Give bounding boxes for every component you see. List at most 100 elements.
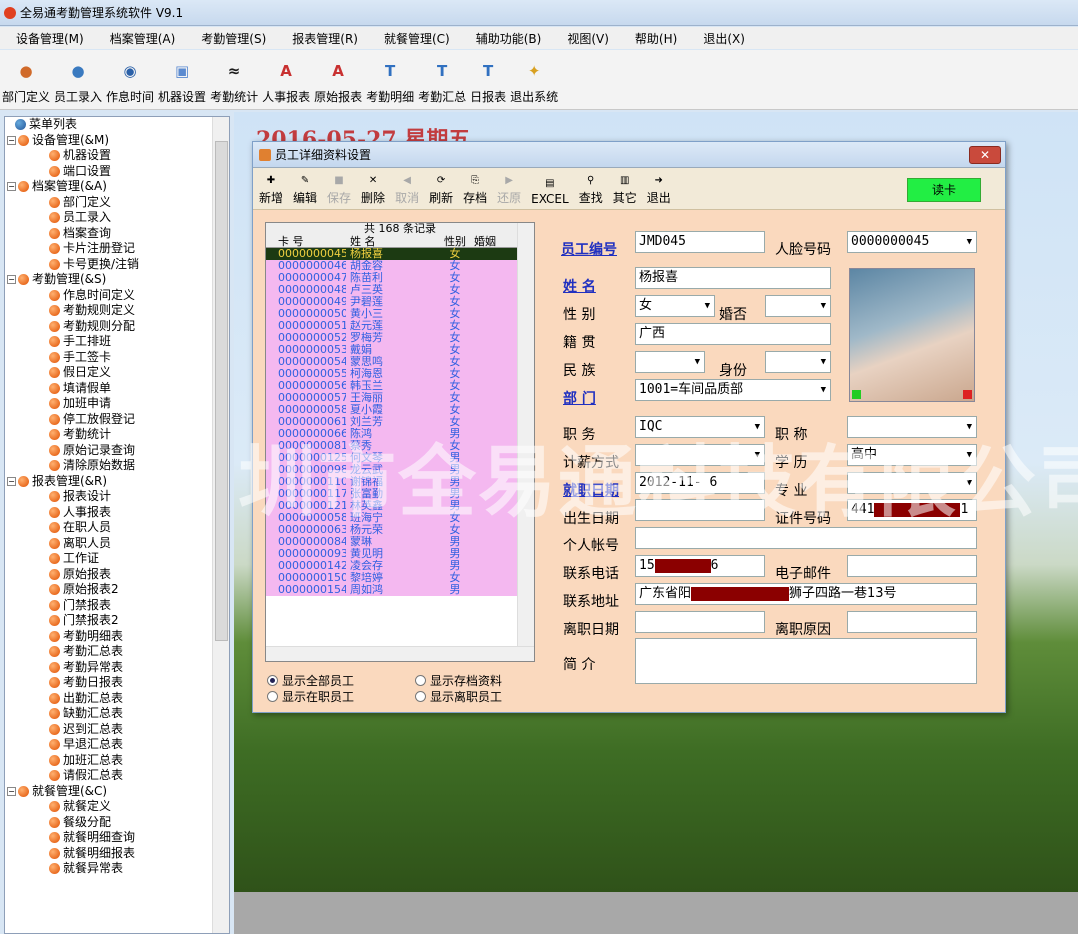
menu-item[interactable]: 考勤管理(S) (185, 30, 276, 47)
intro-textarea[interactable] (635, 638, 977, 684)
tree-item[interactable]: 原始记录查询 (5, 443, 229, 459)
tree-item[interactable]: 迟到汇总表 (5, 722, 229, 738)
tree-item[interactable]: 早退汇总表 (5, 737, 229, 753)
tree-item[interactable]: 缺勤汇总表 (5, 706, 229, 722)
dept-label[interactable]: 部 门 (563, 388, 596, 408)
collapse-icon[interactable]: − (7, 275, 16, 284)
tree-item[interactable]: 出勤汇总表 (5, 691, 229, 707)
table-row[interactable]: 0000000055 柯海恩女 (266, 368, 518, 380)
menu-item[interactable]: 帮助(H) (619, 30, 687, 47)
dialog-toolbar-button[interactable]: ✚ 新增 (259, 173, 283, 206)
dialog-toolbar-button[interactable]: ▶ 还原 (497, 173, 521, 206)
dialog-toolbar-button[interactable]: ◀ 取消 (395, 173, 419, 206)
tree-item[interactable]: 考勤异常表 (5, 660, 229, 676)
table-row[interactable]: 0000000054 蒙思鸣女 (266, 356, 518, 368)
toolbar-button[interactable]: T 考勤明细 (364, 57, 416, 105)
table-row[interactable]: 0000000057 王海丽女 (266, 392, 518, 404)
filter-radio[interactable]: 显示离职员工 (415, 688, 502, 705)
filter-radio[interactable]: 显示全部员工 (267, 672, 354, 689)
tree-item[interactable]: 就餐明细报表 (5, 846, 229, 862)
table-row[interactable]: 0000000056 韩玉兰女 (266, 380, 518, 392)
dialog-toolbar-button[interactable]: ■ 保存 (327, 173, 351, 206)
tree-item[interactable]: − 考勤管理(&S) (5, 272, 229, 288)
tree-item[interactable]: 餐级分配 (5, 815, 229, 831)
scrollbar-thumb[interactable] (215, 141, 228, 641)
close-button[interactable]: ✕ (969, 146, 1001, 164)
tree-scrollbar[interactable] (212, 117, 229, 933)
tree-item[interactable]: 停工放假登记 (5, 412, 229, 428)
table-row[interactable]: 0000000093 黄见明男 (266, 548, 518, 560)
nation-select[interactable] (635, 351, 705, 373)
tree-item[interactable]: 考勤汇总表 (5, 644, 229, 660)
phone-field[interactable]: 15 6 (635, 555, 765, 577)
dialog-toolbar-button[interactable]: ➜ 退出 (647, 173, 671, 206)
collapse-icon[interactable]: − (7, 476, 16, 486)
menu-item[interactable]: 报表管理(R) (276, 30, 368, 47)
tree-item[interactable]: 卡片注册登记 (5, 241, 229, 257)
table-row[interactable]: 0000000053 戴娟女 (266, 344, 518, 356)
grid-column-header[interactable]: 卡 号 (266, 235, 346, 247)
table-row[interactable]: 0000000142 凌会存男 (266, 560, 518, 572)
tree-item[interactable]: 手工排班 (5, 334, 229, 350)
grid-column-header[interactable]: 姓 名 (346, 235, 436, 247)
collapse-icon[interactable]: − (7, 135, 16, 145)
photo-green-marker-icon[interactable] (852, 390, 861, 399)
table-row[interactable]: 0000000084 蒙琳男 (266, 536, 518, 548)
tree-item[interactable]: 工作证 (5, 551, 229, 567)
tree-item[interactable]: 机器设置 (5, 148, 229, 164)
gender-select[interactable]: 女 (635, 295, 715, 317)
tree-item[interactable]: 档案查询 (5, 226, 229, 242)
table-row[interactable]: 0000000050 黄小三女 (266, 308, 518, 320)
toolbar-button[interactable]: ✦ 退出系统 (508, 57, 560, 105)
tree-item[interactable]: 清除原始数据 (5, 458, 229, 474)
tree-item[interactable]: 原始报表 (5, 567, 229, 583)
table-row[interactable]: 0000000048 卢三英女 (266, 284, 518, 296)
filter-radio[interactable]: 显示存档资料 (415, 672, 502, 689)
tree-item[interactable]: 就餐定义 (5, 799, 229, 815)
dialog-toolbar-button[interactable]: ▤ EXCEL (531, 176, 569, 206)
toolbar-button[interactable]: A 人事报表 (260, 57, 312, 105)
toolbar-button[interactable]: A 原始报表 (312, 57, 364, 105)
toolbar-button[interactable]: ● 员工录入 (52, 57, 104, 105)
table-row[interactable]: 0000000051 赵元莲女 (266, 320, 518, 332)
table-row[interactable]: 0000000047 陈苗利女 (266, 272, 518, 284)
email-field[interactable] (847, 555, 977, 577)
tree-item[interactable]: 员工录入 (5, 210, 229, 226)
menu-item[interactable]: 辅助功能(B) (460, 30, 552, 47)
toolbar-button[interactable]: ◉ 作息时间 (104, 57, 156, 105)
tree-item[interactable]: 加班申请 (5, 396, 229, 412)
leave-reason-field[interactable] (847, 611, 977, 633)
tree-item[interactable]: 考勤规则分配 (5, 319, 229, 335)
tree-item[interactable]: 卡号更换/注销 (5, 257, 229, 273)
tree-item[interactable]: 门禁报表 (5, 598, 229, 614)
table-row[interactable]: 0000000045 杨报喜女 (266, 248, 518, 260)
tree-item[interactable]: 填请假单 (5, 381, 229, 397)
menu-item[interactable]: 档案管理(A) (94, 30, 186, 47)
toolbar-button[interactable]: ● 部门定义 (0, 57, 52, 105)
dialog-toolbar-button[interactable]: ✕ 删除 (361, 173, 385, 206)
tree-item[interactable]: 考勤规则定义 (5, 303, 229, 319)
tree-item[interactable]: 部门定义 (5, 195, 229, 211)
tree-item[interactable]: 原始报表2 (5, 582, 229, 598)
collapse-icon[interactable]: − (7, 182, 16, 191)
tree-item[interactable]: 作息时间定义 (5, 288, 229, 304)
tree-item[interactable]: 菜单列表 (5, 117, 229, 133)
leave-date-field[interactable] (635, 611, 765, 633)
tree-item[interactable]: 考勤日报表 (5, 675, 229, 691)
tree-item[interactable]: 请假汇总表 (5, 768, 229, 784)
table-row[interactable]: 0000000150 黎培婷女 (266, 572, 518, 584)
menu-item[interactable]: 视图(V) (551, 30, 619, 47)
tree-item[interactable]: − 就餐管理(&C) (5, 784, 229, 800)
tree-item[interactable]: − 报表管理(&R) (5, 474, 229, 490)
table-row[interactable]: 0000000046 胡金容女 (266, 260, 518, 272)
tree-item[interactable]: 报表设计 (5, 489, 229, 505)
table-row[interactable]: 0000000049 尹碧莲女 (266, 296, 518, 308)
marital-select[interactable] (765, 295, 831, 317)
read-card-button[interactable]: 读卡 (907, 178, 981, 202)
grid-horizontal-scrollbar[interactable] (266, 646, 534, 661)
dialog-toolbar-button[interactable]: ▥ 其它 (613, 173, 637, 206)
menu-item[interactable]: 就餐管理(C) (368, 30, 460, 47)
collapse-icon[interactable]: − (7, 786, 16, 796)
tree-item[interactable]: 假日定义 (5, 365, 229, 381)
tree-item[interactable]: 考勤统计 (5, 427, 229, 443)
